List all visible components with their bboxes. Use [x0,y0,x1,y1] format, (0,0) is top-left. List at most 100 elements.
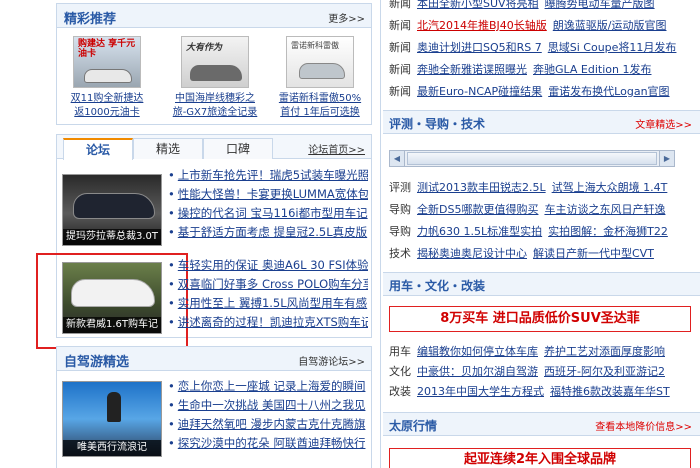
review-link[interactable]: 试驾上海大众朗境 1.4T [552,181,668,194]
selfdrive-link[interactable]: 探究沙漠中的花朵 阿联酋迪拜畅快行 [178,436,366,450]
forum-thumb-maserati[interactable]: 提玛莎拉蒂总裁3.0T [62,174,162,246]
culture-link[interactable]: 养护工艺对添面厚度影响 [544,345,665,358]
forum-topic-list: • 上市新车抢先评！瑞虎5试装车曝光照 • 性能大怪兽！卡宴更换LUMMA宽体包围 … [168,166,368,242]
promo-item-gx7[interactable]: 大有作为 中国海岸线穗彩之 旅-GX7旅途全记录 [170,36,260,120]
forum-topic-link[interactable]: 讲述离奇的过程！凯迪拉克XTS购车记 [178,315,368,329]
selfdrive-thumb[interactable]: 唯美西行流浪记 [62,381,162,457]
news-link[interactable]: 曝腾势电动车量产版图 [545,0,655,10]
list-item[interactable]: • 性能大怪兽！卡宴更换LUMMA宽体包围 [168,185,368,204]
ad-banner-santafe[interactable]: 8万买车 进口品质低价SUV圣达菲 [389,306,691,332]
review-link[interactable]: 测试2013款丰田锐志2.5L [417,181,546,194]
forum-topic-link[interactable]: 实用性至上 翼搏1.5L风尚型用车有感 [178,296,367,310]
horizontal-scrollbar[interactable]: ◀ ▶ [389,150,675,167]
news-link[interactable]: 最新Euro-NCAP碰撞结果 [417,85,542,98]
ad-banner-text: 8万买车 进口品质低价SUV圣达菲 [440,311,640,326]
forum-topic-link[interactable]: 车轻实用的保证 奥迪A6L 30 FSI体验 [178,258,368,272]
selfdrive-link[interactable]: 恋上你恋上一座城 记录上海爱的瞬间 [178,379,366,393]
forum-topic-list-2: • 车轻实用的保证 奥迪A6L 30 FSI体验 • 双喜临门好事多 Cross P… [168,256,368,332]
promo-image-koleos[interactable]: 雷诺新科雷傲 [286,36,354,88]
forum-topic-link[interactable]: 上市新车抢先评！瑞虎5试装车曝光照 [178,168,368,182]
list-item[interactable]: • 讲述离奇的过程！凯迪拉克XTS购车记 [168,313,368,332]
promo-item-koleos[interactable]: 雷诺新科雷傲 雷诺新科雷傲50% 首付 1年后可选换 [275,36,365,120]
review-row: 技术 揭秘奥迪奥尼设计中心 解读日产新一代中型CVT [389,244,660,264]
news-row: 新闻 本田全新小型SUV将亮相 曝腾势电动车量产版图 [389,0,661,14]
review-link[interactable]: 实拍图解：金杯海狮T22 [548,225,668,238]
tab-featured[interactable]: 精选 [133,138,203,159]
news-category: 新闻 [389,19,411,32]
promo-item-jetta[interactable]: 购建达 享千元油卡 双11购全新捷达 返1000元油卡 [62,36,152,120]
forum-home-link[interactable]: 论坛首页>> [308,141,365,156]
review-category: 评测 [389,181,411,194]
culture-row: 改装 2013年中国大学生方程式 福特推6款改装嘉年华ST [389,382,676,402]
forum-topic-link[interactable]: 操控的代名词 宝马116i都市型用车记 [178,206,368,220]
featured-header: 精彩推荐 更多>> [57,4,371,28]
forum-topic-link[interactable]: 双喜临门好事多 Cross POLO购车分享 [178,277,368,291]
list-item[interactable]: • 操控的代名词 宝马116i都市型用车记 [168,204,368,223]
news-category: 新闻 [389,0,411,10]
tab-reviews[interactable]: 口碑 [203,138,273,159]
forum-topic-link[interactable]: 基于舒适方面考虑 提皇冠2.5L真皮版 [178,225,367,239]
news-link[interactable]: 奥迪计划进口SQ5和RS 7 [417,41,542,54]
promo-caption-2[interactable]: 旅-GX7旅途全记录 [170,106,260,120]
list-item[interactable]: • 生命中一次挑战 美国四十八州之我见 [168,396,368,415]
review-more-link[interactable]: 文章精选>> [635,116,692,131]
forum-topic-link[interactable]: 性能大怪兽！卡宴更换LUMMA宽体包围 [178,187,368,201]
news-link[interactable]: 朗逸蓝驱版/运动版官图 [553,19,667,32]
list-item[interactable]: • 恋上你恋上一座城 记录上海爱的瞬间 [168,377,368,396]
culture-link[interactable]: 编辑教你如何停立体车库 [417,345,538,358]
taiyuan-more-link[interactable]: 查看本地降价信息>> [595,418,692,433]
promo-caption-1[interactable]: 双11购全新捷达 [62,92,152,106]
selfdrive-title: 自驾游精选 [64,355,130,370]
culture-link[interactable]: 西班牙-阿尔及利亚游记2 [544,365,665,378]
list-item[interactable]: • 探究沙漠中的花朵 阿联酋迪拜畅快行 [168,434,368,453]
news-link[interactable]: 雷诺发布换代Logan官图 [548,85,669,98]
list-item[interactable]: • 迪拜天然氧吧 漫步内蒙古克什克腾旗 [168,415,368,434]
news-link[interactable]: 本田全新小型SUV将亮相 [417,0,539,10]
culture-header: 用车・文化・改装 [383,272,700,296]
list-item[interactable]: • 上市新车抢先评！瑞虎5试装车曝光照 [168,166,368,185]
review-category: 导购 [389,225,411,238]
list-item[interactable]: • 基于舒适方面考虑 提皇冠2.5L真皮版 [168,223,368,242]
review-link[interactable]: 力帆630 1.5L标准型实拍 [417,225,542,238]
forum-tabs: 论坛 精选 口碑 论坛首页>> [57,135,371,160]
scroll-thumb[interactable] [407,152,657,165]
car-shape [190,65,242,81]
promo-caption-1[interactable]: 雷诺新科雷傲50% [275,92,365,106]
promo-image-text: 购建达 享千元油卡 [78,39,136,59]
news-link[interactable]: 思域Si Coupe将11月发布 [548,41,677,54]
ad-banner-kia[interactable]: 起亚连续2年入围全球品牌 [389,448,691,468]
promo-image-jetta[interactable]: 购建达 享千元油卡 [73,36,141,88]
promo-caption-2[interactable]: 首付 1年后可选换 [275,106,365,120]
promo-caption-2[interactable]: 返1000元油卡 [62,106,152,120]
review-link[interactable]: 车主访谈之东风日产轩逸 [544,203,665,216]
culture-link[interactable]: 福特推6款改装嘉年华ST [550,385,670,398]
promo-image-gx7[interactable]: 大有作为 [181,36,249,88]
news-link[interactable]: 奔驰GLA Edition 1发布 [533,63,651,76]
list-item[interactable]: • 实用性至上 翼搏1.5L风尚型用车有感 [168,294,368,313]
scroll-right-arrow[interactable]: ▶ [659,151,674,166]
promo-caption-1[interactable]: 中国海岸线穗彩之 [170,92,260,106]
culture-row: 文化 中豪供：贝加尔湖自驾游 西班牙-阿尔及利亚游记2 [389,362,671,382]
review-link[interactable]: 解读日产新一代中型CVT [533,247,654,260]
review-row: 评测 测试2013款丰田锐志2.5L 试驾上海大众朗境 1.4T [389,178,673,198]
culture-link[interactable]: 中豪供：贝加尔湖自驾游 [417,365,538,378]
news-category: 新闻 [389,41,411,54]
list-item[interactable]: • 双喜临门好事多 Cross POLO购车分享 [168,275,368,294]
culture-category: 改装 [389,385,411,398]
selfdrive-link[interactable]: 迪拜天然氧吧 漫步内蒙古克什克腾旗 [178,417,366,431]
review-link[interactable]: 全新DS5哪款更值得购买 [417,203,538,216]
scroll-left-arrow[interactable]: ◀ [390,151,405,166]
car-shape [299,63,345,79]
right-column-border [380,0,381,468]
news-link[interactable]: 北汽2014年推BJ40长轴版 [417,19,547,32]
review-link[interactable]: 揭秘奥迪奥尼设计中心 [417,247,527,260]
list-item[interactable]: • 车轻实用的保证 奥迪A6L 30 FSI体验 [168,256,368,275]
culture-link[interactable]: 2013年中国大学生方程式 [417,385,544,398]
featured-more-link[interactable]: 更多>> [328,10,365,25]
selfdrive-more-link[interactable]: 自驾游论坛>> [298,353,365,368]
news-link[interactable]: 奔驰全新雅诺谍照曝光 [417,63,527,76]
review-title: 评测・导购・技术 [389,117,486,131]
selfdrive-list: • 恋上你恋上一座城 记录上海爱的瞬间 • 生命中一次挑战 美国四十八州之我见 • 迪… [168,377,368,453]
tab-forum[interactable]: 论坛 [63,138,133,160]
selfdrive-link[interactable]: 生命中一次挑战 美国四十八州之我见 [178,398,366,412]
